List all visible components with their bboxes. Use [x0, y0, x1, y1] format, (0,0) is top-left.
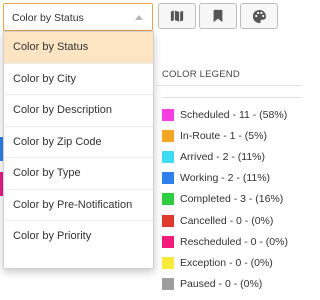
caret-up-icon	[135, 15, 143, 20]
legend-swatch	[162, 172, 174, 185]
legend-item: Rescheduled - 0 - (0%)	[162, 231, 302, 252]
dropdown-option-zip-code[interactable]: Color by Zip Code	[4, 127, 153, 158]
dropdown-option-label: Color by Zip Code	[13, 135, 102, 148]
dropdown-option-label: Color by Status	[13, 41, 89, 53]
legend-item-label: Scheduled - 11 - (58%)	[180, 108, 288, 121]
legend-item-label: Exception - 0 - (0%)	[180, 256, 273, 269]
dropdown-option-city[interactable]: Color by City	[4, 64, 153, 95]
color-by-dropdown-menu: Color by Status Color by City Color by D…	[3, 31, 154, 269]
bookmark-button[interactable]	[199, 3, 237, 29]
legend-swatch	[162, 256, 174, 269]
legend-item-label: Cancelled - 0 - (0%)	[180, 214, 274, 227]
legend-item-label: Working - 2 - (11%)	[180, 172, 271, 185]
legend-swatch	[162, 150, 174, 163]
legend-item-label: Rescheduled - 0 - (0%)	[180, 235, 288, 248]
map-icon	[170, 10, 184, 22]
legend-swatch	[162, 193, 174, 206]
legend-swatch	[162, 108, 174, 121]
color-by-select-value: Color by Status	[12, 12, 84, 24]
bookmark-icon	[213, 9, 223, 23]
palette-icon	[252, 9, 266, 23]
color-palette-button[interactable]	[240, 3, 278, 29]
dropdown-option-pre-notification[interactable]: Color by Pre-Notification	[4, 190, 153, 221]
legend-item: Arrived - 2 - (11%)	[162, 146, 302, 167]
dropdown-option-label: Color by Pre-Notification	[13, 198, 133, 211]
legend-item: Exception - 0 - (0%)	[162, 252, 302, 273]
legend-item-label: Paused - 0 - (0%)	[180, 278, 263, 291]
dropdown-option-priority[interactable]: Color by Priority	[4, 221, 153, 253]
legend-item: Cancelled - 0 - (0%)	[162, 210, 302, 231]
dropdown-option-label: Color by Priority	[13, 230, 92, 242]
legend-item: In-Route - 1 - (5%)	[162, 125, 302, 146]
legend-item-label: Completed - 3 - (16%)	[180, 193, 284, 206]
dropdown-option-status[interactable]: Color by Status	[4, 32, 153, 64]
legend-item-label: In-Route - 1 - (5%)	[180, 129, 267, 142]
color-legend-title: COLOR LEGEND	[162, 69, 240, 80]
dropdown-option-label: Color by Type	[13, 167, 81, 179]
dropdown-option-type[interactable]: Color by Type	[4, 158, 153, 190]
legend-swatch	[162, 278, 174, 291]
legend-item: Completed - 3 - (16%)	[162, 189, 302, 210]
dropdown-option-label: Color by Description	[13, 104, 113, 116]
dropdown-option-label: Color by City	[13, 72, 76, 85]
legend-swatch	[162, 129, 174, 142]
color-legend-list: Scheduled - 11 - (58%) In-Route - 1 - (5…	[162, 104, 302, 295]
color-legend-header: COLOR LEGEND	[156, 62, 302, 86]
color-by-select[interactable]: Color by Status	[3, 3, 153, 31]
legend-swatch	[162, 214, 174, 227]
legend-swatch	[162, 235, 174, 248]
color-legend-panel: COLOR LEGEND Scheduled - 11 - (58%) In-R…	[156, 62, 302, 300]
legend-divider	[162, 84, 302, 98]
legend-item: Paused - 0 - (0%)	[162, 274, 302, 295]
dropdown-option-description[interactable]: Color by Description	[4, 95, 153, 127]
legend-item: Scheduled - 11 - (58%)	[162, 104, 302, 125]
legend-item-label: Arrived - 2 - (11%)	[180, 150, 265, 163]
legend-item: Working - 2 - (11%)	[162, 168, 302, 189]
map-view-button[interactable]	[158, 3, 196, 29]
